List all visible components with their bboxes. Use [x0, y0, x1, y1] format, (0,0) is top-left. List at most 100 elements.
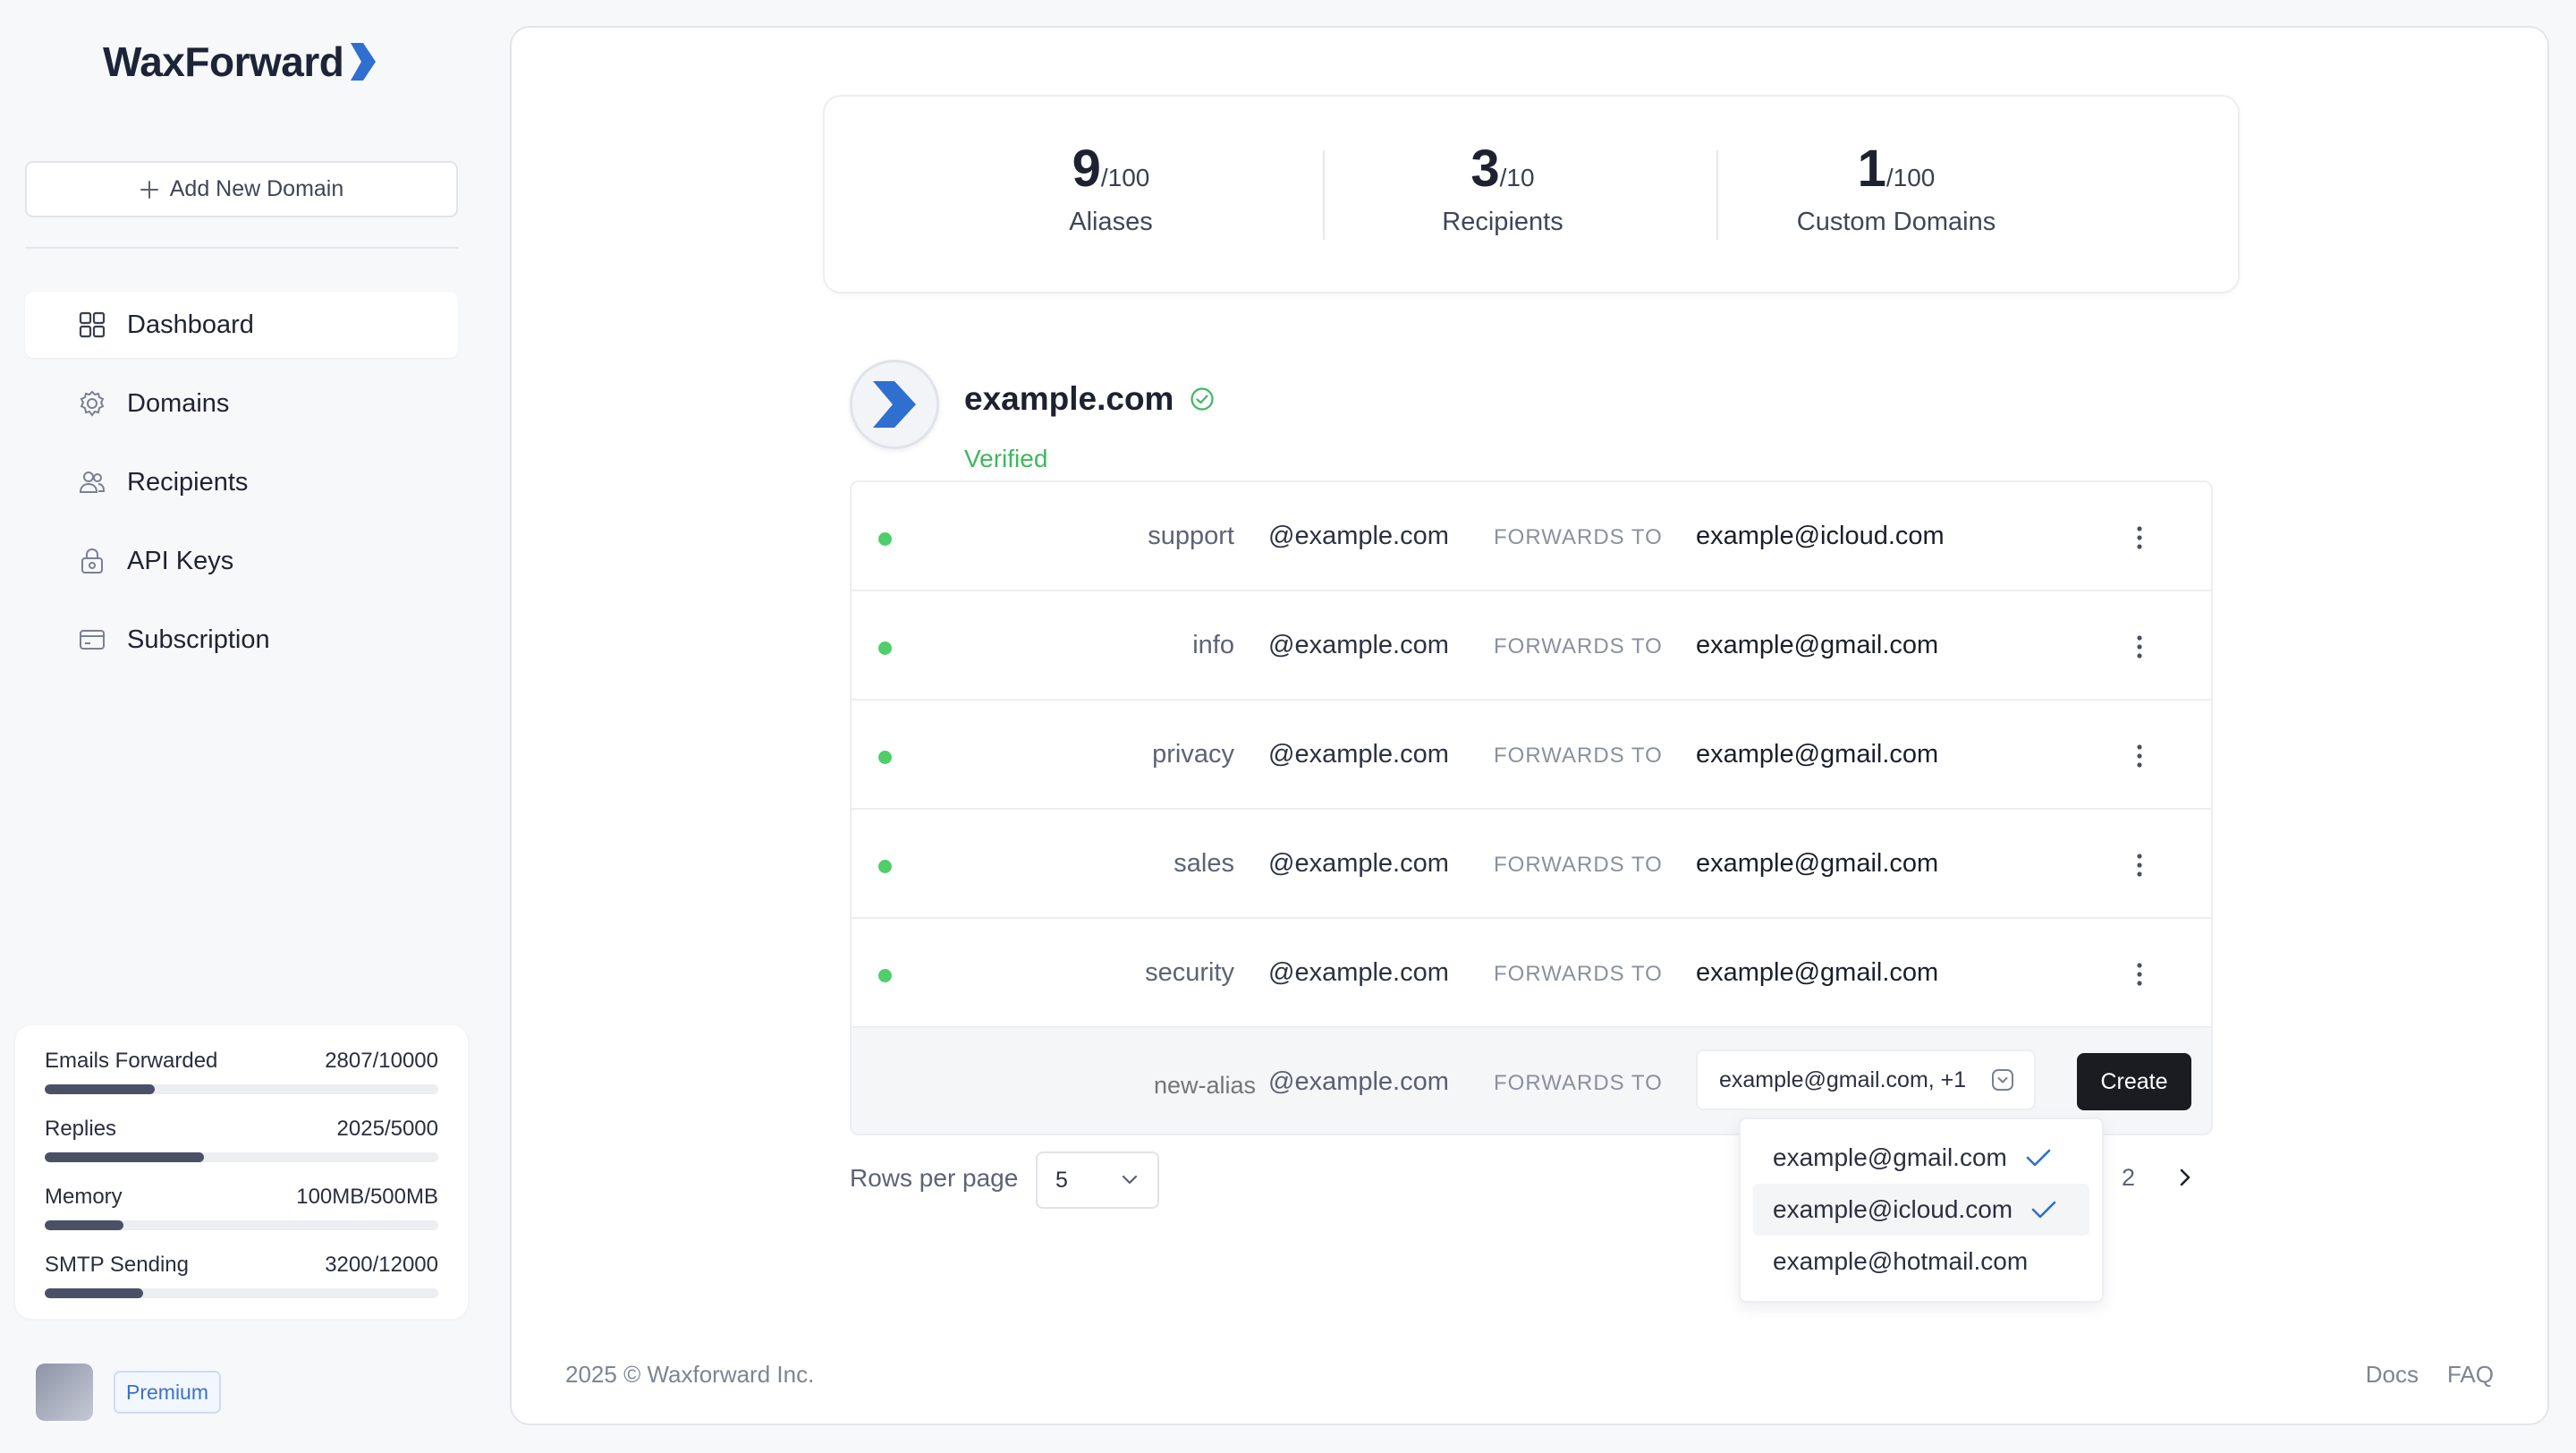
usage-label: SMTP Sending [45, 1253, 189, 1277]
stat-label: Custom Domains [1796, 208, 1996, 236]
recipient-option-label: example@icloud.com [1773, 1195, 2013, 1223]
usage-progress-fill [45, 1084, 156, 1094]
forwards-label: FORWARDS TO [1494, 743, 1663, 768]
more-options-icon[interactable] [2125, 740, 2154, 772]
status-dot [878, 642, 892, 655]
docs-link[interactable]: Docs [2366, 1361, 2419, 1389]
gear-icon [77, 388, 107, 419]
table-row: privacy @example.com FORWARDS TO example… [852, 701, 2211, 810]
sidebar-item-domains[interactable]: Domains [25, 370, 458, 437]
recipient-option[interactable]: example@icloud.com [1753, 1184, 2089, 1236]
alias-domain: @example.com [1268, 740, 1449, 769]
check-icon [2030, 1200, 2057, 1219]
usage-progress-fill [45, 1220, 123, 1230]
chevron-down-icon [1991, 1068, 2014, 1092]
table-row: sales @example.com FORWARDS TO example@g… [852, 810, 2211, 919]
sidebar-item-label: API Keys [127, 546, 234, 575]
domain-chevron-icon [873, 381, 916, 428]
alias-destination: example@gmail.com [1696, 849, 1939, 878]
sidebar-item-subscription[interactable]: Subscription [25, 607, 458, 673]
stat-limit: /10 [1499, 164, 1535, 191]
alias-domain: @example.com [1268, 849, 1449, 878]
recipient-option-label: example@gmail.com [1773, 1143, 2007, 1171]
usage-emails-forwarded: Emails Forwarded 2807/10000 [45, 1049, 438, 1117]
usage-value: 100MB/500MB [296, 1185, 438, 1209]
usage-memory: Memory 100MB/500MB [45, 1185, 438, 1253]
stat-label: Aliases [1069, 208, 1153, 236]
recipient-dropdown: example@gmail.com example@icloud.com exa… [1739, 1117, 2104, 1303]
plan-badge: Premium [114, 1371, 222, 1414]
sidebar: WaxForward Add New Domain Dashboard Doma… [0, 0, 510, 1453]
avatar[interactable] [36, 1364, 93, 1421]
forwards-label: FORWARDS TO [1494, 525, 1663, 549]
usage-replies: Replies 2025/5000 [45, 1117, 438, 1185]
sidebar-item-label: Recipients [127, 467, 249, 497]
next-page-icon[interactable] [2172, 1164, 2199, 1191]
recipient-select-value: example@gmail.com, +1 [1719, 1066, 1967, 1092]
status-dot [878, 751, 892, 764]
sidebar-divider [25, 247, 458, 249]
verified-check-icon [1190, 387, 1215, 412]
sidebar-item-label: Dashboard [127, 310, 254, 339]
alias-destination: example@gmail.com [1696, 631, 1939, 659]
forwards-label: FORWARDS TO [1494, 634, 1663, 659]
usage-progress-bar [45, 1288, 438, 1298]
page-number[interactable]: 2 [2122, 1164, 2135, 1192]
stat-aliases: 9/100 Aliases [914, 97, 1308, 237]
alias-domain: @example.com [1268, 522, 1449, 550]
lock-icon [77, 546, 107, 576]
sidebar-item-dashboard[interactable]: Dashboard [25, 292, 458, 358]
table-row: support @example.com FORWARDS TO example… [852, 482, 2211, 591]
stat-value: 1 [1857, 140, 1886, 198]
plus-icon [140, 180, 159, 200]
more-options-icon[interactable] [2125, 631, 2154, 663]
stat-label: Recipients [1442, 208, 1563, 236]
rows-per-page-label: Rows per page [850, 1164, 1019, 1192]
add-domain-label: Add New Domain [169, 176, 344, 201]
alias-table: support @example.com FORWARDS TO example… [850, 480, 2213, 1135]
alias-name: sales [1174, 849, 1234, 878]
usage-label: Replies [45, 1117, 117, 1141]
alias-domain: @example.com [1268, 958, 1449, 987]
usage-value: 2807/10000 [325, 1049, 438, 1073]
app-logo[interactable]: WaxForward [103, 38, 377, 86]
app-name: WaxForward [103, 38, 344, 85]
rows-per-page-select[interactable]: 5 [1036, 1151, 1159, 1209]
status-dot [878, 860, 892, 873]
rows-per-page-value: 5 [1055, 1167, 1068, 1193]
faq-link[interactable]: FAQ [2447, 1361, 2494, 1389]
usage-progress-bar [45, 1084, 438, 1094]
stat-value: 9 [1072, 140, 1101, 198]
alias-name: info [1192, 631, 1234, 659]
domain-title: example.com [964, 380, 1215, 418]
alias-destination: example@icloud.com [1696, 522, 1945, 550]
alias-domain: @example.com [1268, 631, 1449, 659]
alias-destination: example@gmail.com [1696, 740, 1939, 769]
more-options-icon[interactable] [2125, 522, 2154, 554]
recipient-select[interactable]: example@gmail.com, +1 [1696, 1049, 2036, 1110]
forwards-label: FORWARDS TO [1494, 1071, 1663, 1095]
add-domain-button[interactable]: Add New Domain [25, 161, 458, 217]
usage-card: Emails Forwarded 2807/10000 Replies 2025… [15, 1025, 468, 1319]
usage-value: 2025/5000 [336, 1117, 438, 1141]
sidebar-item-label: Subscription [127, 625, 270, 654]
card-icon [77, 625, 107, 655]
chevron-down-icon [1120, 1174, 1140, 1186]
recipient-option[interactable]: example@hotmail.com [1753, 1236, 2089, 1287]
recipient-option[interactable]: example@gmail.com [1753, 1132, 2089, 1184]
main-panel: 9/100 Aliases 3/10 Recipients 1/100 Cust… [510, 26, 2549, 1425]
more-options-icon[interactable] [2125, 958, 2154, 990]
usage-smtp-sending: SMTP Sending 3200/12000 [45, 1253, 438, 1321]
more-options-icon[interactable] [2125, 849, 2154, 881]
logo-chevron-icon [349, 41, 377, 82]
new-alias-input[interactable] [1109, 1067, 1256, 1103]
table-row: info @example.com FORWARDS TO example@gm… [852, 591, 2211, 701]
stat-recipients: 3/10 Recipients [1306, 97, 1699, 237]
new-alias-domain: @example.com [1268, 1067, 1449, 1096]
create-button[interactable]: Create [2077, 1053, 2191, 1110]
alias-name: privacy [1152, 740, 1234, 769]
sidebar-item-recipients[interactable]: Recipients [25, 449, 458, 515]
stats-card: 9/100 Aliases 3/10 Recipients 1/100 Cust… [823, 95, 2240, 293]
sidebar-item-api-keys[interactable]: API Keys [25, 528, 458, 594]
status-dot [878, 969, 892, 982]
